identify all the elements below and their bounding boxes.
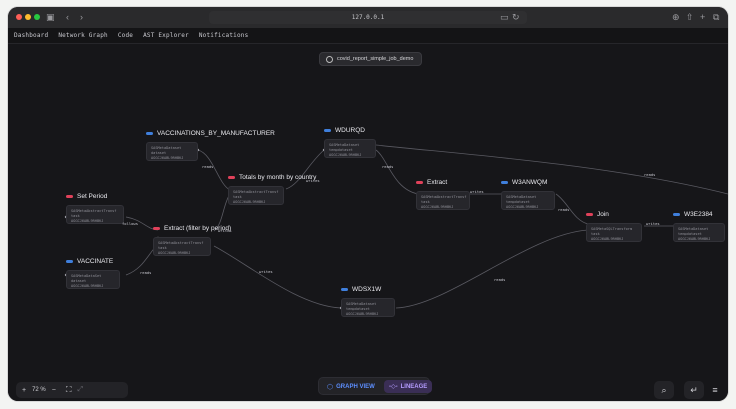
expand-icon[interactable]: ⤢ xyxy=(77,386,83,394)
maximize-window-button[interactable] xyxy=(34,14,40,20)
node-card: SASMetaDataset tempdataset AGGCJ6ABL9RHBKJ xyxy=(673,223,725,242)
task-marker-icon xyxy=(416,181,423,184)
node-card: SASMetaDataset tempdataset AGGCJ6ABL9RHBKJ xyxy=(324,139,376,158)
node-card: SASMetaDataset dataset AGGCJ6ABL9RHBKJ xyxy=(146,142,198,161)
edge-extractfilter-wdsx1w xyxy=(213,245,342,309)
fit-view-icon[interactable]: ⛶ xyxy=(66,385,72,395)
edge-label-reads: reads xyxy=(558,207,570,212)
reload-icon[interactable]: ↻ xyxy=(512,11,520,23)
edge-label-writes: writes xyxy=(470,189,484,194)
reader-icon[interactable]: ▭ xyxy=(500,11,509,23)
zoom-out-button[interactable]: − xyxy=(52,387,56,394)
info-icon xyxy=(326,55,333,63)
edge-label-writes: writes xyxy=(218,228,232,233)
dataset-marker-icon xyxy=(673,213,680,216)
sidebar-icon[interactable]: ▣ xyxy=(46,11,55,23)
edge-label-reads: reads xyxy=(644,172,656,177)
chevron-right-icon[interactable]: › xyxy=(80,11,83,23)
nav-code[interactable]: Code xyxy=(118,32,133,39)
edge-label-writes: writes xyxy=(259,269,273,274)
zoom-level: 72 % xyxy=(32,387,46,393)
node-card: SASMetaDataSet dataset AGGCJ6ABL9RHBKJ xyxy=(66,270,120,289)
graph-view-icon: ⬡ xyxy=(327,383,334,391)
tabs-icon[interactable]: ⧉ xyxy=(713,11,719,23)
zoom-in-button[interactable]: + xyxy=(22,387,26,394)
browser-titlebar: ▣ ‹ › 127.0.0.1 ▭ ↻ ⊕ ⇧ + ⧉ xyxy=(8,7,728,28)
node-card: SASMetaSQLTransform task AGGCJ6ABL9RHBKJ xyxy=(586,223,642,242)
node-title: WDSX1W xyxy=(341,286,381,293)
node-card: SASMetaAbstractTransf task AGGCJ6ABL9RHBKJ xyxy=(228,186,284,205)
dataset-marker-icon xyxy=(501,181,508,184)
node-title: WDURQD xyxy=(324,127,365,134)
graph-view-button[interactable]: ⬡ GRAPH VIEW xyxy=(322,380,380,393)
menu-icon[interactable]: ≡ xyxy=(708,381,722,399)
edge-totals-wdurqd xyxy=(285,149,325,190)
dataset-marker-icon xyxy=(146,132,153,135)
edge-wdsx1w-join xyxy=(395,229,589,309)
job-name-pill[interactable]: covid_report_simple_job_demo xyxy=(319,52,423,66)
nav-ast-explorer[interactable]: AST Explorer xyxy=(143,32,189,39)
browser-window: ▣ ‹ › 127.0.0.1 ▭ ↻ ⊕ ⇧ + ⧉ Dashboard Ne… xyxy=(8,7,728,401)
search-icon[interactable]: ⌕ xyxy=(654,381,674,399)
zoom-controls: + 72 % − ⛶ ⤢ xyxy=(16,382,128,398)
lineage-button[interactable]: -◇- LINEAGE xyxy=(384,380,433,393)
task-marker-icon xyxy=(66,195,73,198)
edge-label-reads: reads xyxy=(494,277,506,282)
edge-label-reads: reads xyxy=(382,164,394,169)
node-title: Extract xyxy=(416,179,447,186)
download-icon[interactable]: ⊕ xyxy=(672,11,680,23)
task-marker-icon xyxy=(153,227,160,230)
nav-notifications[interactable]: Notifications xyxy=(199,32,249,39)
nav-network-graph[interactable]: Network Graph xyxy=(58,32,108,39)
node-title: W3ANWQM xyxy=(501,179,547,186)
node-title: VACCINATIONS_BY_MANUFACTURER xyxy=(146,130,275,137)
node-title: Totals by month by country xyxy=(228,174,316,181)
share-icon[interactable]: ⇧ xyxy=(686,11,694,23)
nav-dashboard[interactable]: Dashboard xyxy=(14,32,48,39)
url-bar[interactable]: 127.0.0.1 xyxy=(209,11,527,24)
node-card: SASMetaAbstractTransf task AGGCJ6ABL9RHBKJ xyxy=(153,237,211,256)
task-marker-icon xyxy=(586,213,593,216)
node-card: SASMetaDataset tempdataset AGGCJ6ABL9RHBKJ xyxy=(501,191,555,210)
app-navbar: Dashboard Network Graph Code AST Explore… xyxy=(8,28,728,44)
edge-label-reads: reads xyxy=(202,164,214,169)
node-card: SASMetaAbstractTransf task AGGCJ6ABL9RHBKJ xyxy=(66,205,124,224)
chevron-left-icon[interactable]: ‹ xyxy=(66,11,69,23)
node-card: SASMetaAbstractTransf task AGGCJ6ABL9RHBKJ xyxy=(416,191,470,210)
minimize-window-button[interactable] xyxy=(25,14,31,20)
task-marker-icon xyxy=(228,176,235,179)
edge-vacc-totals xyxy=(197,149,231,191)
node-card: SASMetaDataset tempdataset AGGCJ6ABL9RHBKJ xyxy=(341,298,395,317)
lineage-icon: -◇- xyxy=(389,384,398,390)
url-text: 127.0.0.1 xyxy=(351,14,385,21)
node-title: Join xyxy=(586,211,609,218)
dataset-marker-icon xyxy=(341,288,348,291)
job-name: covid_report_simple_job_demo xyxy=(337,56,414,62)
new-tab-icon[interactable]: + xyxy=(700,11,705,23)
edge-wdurqd-far xyxy=(375,144,728,195)
dataset-marker-icon xyxy=(324,129,331,132)
close-window-button[interactable] xyxy=(16,14,22,20)
graph-canvas[interactable]: covid_report_simple_job_demo VACCINATION… xyxy=(8,44,728,401)
return-icon[interactable]: ↵ xyxy=(684,381,704,399)
node-title: VACCINATE xyxy=(66,258,113,265)
dataset-marker-icon xyxy=(66,260,73,263)
edge-label-writes: writes xyxy=(306,178,320,183)
view-toggle: ⬡ GRAPH VIEW -◇- LINEAGE xyxy=(318,377,433,395)
edge-wdurqd-extract xyxy=(375,149,419,195)
edge-label-writes: writes xyxy=(646,221,660,226)
edge-label-follows: follows xyxy=(122,221,139,226)
bottom-right-controls: ⌕ ↵ ≡ xyxy=(654,381,722,399)
edge-label-reads: reads xyxy=(140,270,152,275)
node-title: W3E2384 xyxy=(673,211,713,218)
node-title: Set Period xyxy=(66,193,107,200)
